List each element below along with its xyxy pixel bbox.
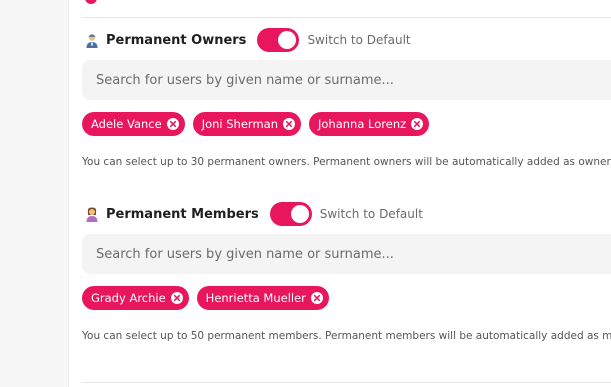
members-toggle[interactable] — [269, 202, 312, 226]
remove-icon[interactable] — [282, 117, 296, 131]
members-toggle-label: Switch to Default — [319, 207, 423, 221]
owners-help-text: You can select up to 30 permanent owners… — [82, 156, 611, 168]
members-title: Permanent Members — [106, 206, 259, 222]
members-search-input[interactable] — [94, 245, 611, 263]
member-chip: Grady Archie — [82, 286, 189, 310]
remove-icon[interactable] — [166, 117, 180, 131]
top-divider — [82, 17, 611, 18]
permanent-members-section: Permanent Members Switch to Default Grad… — [82, 200, 611, 342]
owner-chip-label: Adele Vance — [91, 117, 162, 131]
bottom-divider — [82, 382, 611, 383]
owner-chip: Johanna Lorenz — [308, 112, 430, 136]
permanent-owners-section: Permanent Owners Switch to Default Adele… — [82, 26, 611, 168]
remove-icon[interactable] — [170, 291, 184, 305]
members-toggle-knob — [290, 205, 309, 223]
owners-header: Permanent Owners Switch to Default — [82, 26, 611, 54]
owners-toggle-label: Switch to Default — [307, 33, 411, 47]
settings-panel: Permanent Owners Switch to Default Adele… — [68, 0, 611, 387]
member-avatar-icon — [84, 206, 100, 222]
owner-avatar-icon — [84, 32, 100, 48]
owners-search-box — [82, 60, 611, 100]
owners-chip-list: Adele Vance Joni Sherman Johanna Lorenz — [82, 112, 611, 136]
owners-toggle-knob — [278, 31, 297, 49]
status-dot — [85, 0, 97, 4]
member-chip-label: Henrietta Mueller — [205, 291, 306, 305]
owner-chip: Adele Vance — [82, 112, 185, 136]
member-chip-label: Grady Archie — [91, 291, 166, 305]
owner-chip-label: Joni Sherman — [201, 117, 278, 131]
owners-title: Permanent Owners — [106, 32, 247, 48]
remove-icon[interactable] — [310, 291, 324, 305]
owners-search-input[interactable] — [94, 71, 611, 89]
remove-icon[interactable] — [410, 117, 424, 131]
members-help-text: You can select up to 50 permanent member… — [82, 330, 611, 342]
members-header: Permanent Members Switch to Default — [82, 200, 611, 228]
member-chip: Henrietta Mueller — [196, 286, 329, 310]
members-search-box — [82, 234, 611, 274]
owner-chip-label: Johanna Lorenz — [317, 117, 407, 131]
owners-toggle[interactable] — [257, 28, 300, 52]
owner-chip: Joni Sherman — [192, 112, 301, 136]
members-chip-list: Grady Archie Henrietta Mueller — [82, 286, 611, 310]
